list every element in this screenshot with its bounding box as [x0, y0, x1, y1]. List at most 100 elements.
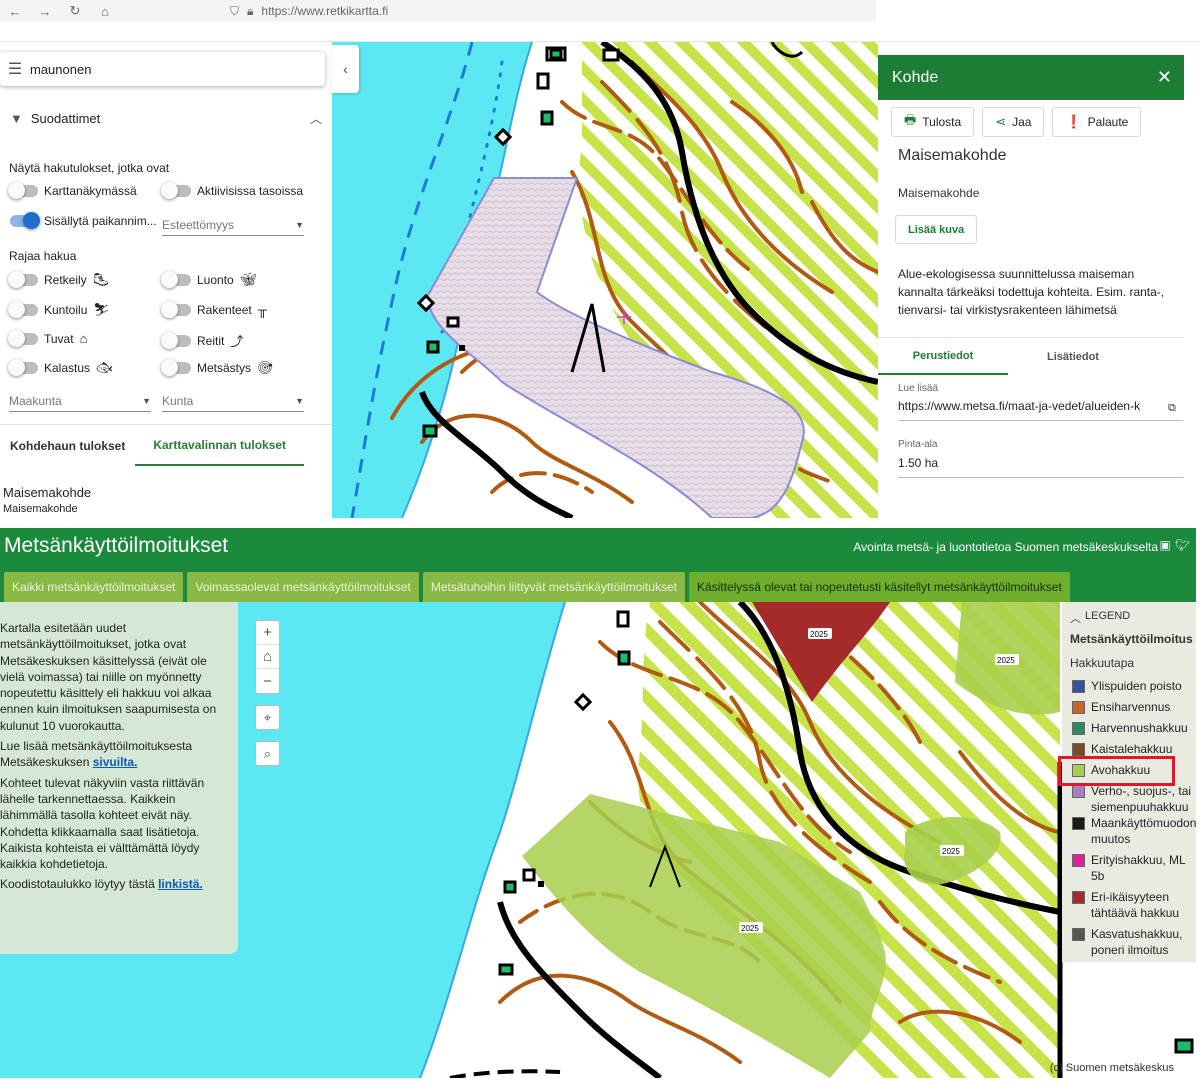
info-link-pages[interactable]: sivuilta.: [93, 755, 138, 769]
picnic-table-icon: ╥: [257, 302, 267, 317]
category-toggle[interactable]: Reitit ⤴: [161, 331, 244, 350]
forward-icon[interactable]: →: [30, 4, 60, 19]
feature-type: Maisemakohde: [898, 186, 980, 200]
house-icon: ⌂: [79, 331, 88, 346]
add-image-button[interactable]: Lisää kuva: [895, 215, 978, 244]
legend-item: Eri-ikäisyyteen tähtäävä hakkuu: [1072, 889, 1196, 921]
legend-item: Verho-, suojus-, tai siemenpuuhakkuu: [1072, 783, 1196, 815]
category-toggle[interactable]: Kuntoilu ⛷︎: [8, 301, 110, 318]
caret-down-icon: ▼: [295, 395, 304, 406]
reload-icon[interactable]: ↻: [60, 3, 90, 19]
tab-all-notifications[interactable]: Kaikki metsänkäyttöilmoitukset: [4, 572, 184, 602]
result-title[interactable]: Maisemakohde: [3, 485, 91, 500]
category-toggle[interactable]: Metsästys 🎯︎: [161, 359, 274, 376]
share-button[interactable]: ⋖ Jaa: [982, 107, 1045, 137]
legend-swatch: [1072, 854, 1085, 867]
info-paragraph: Kohteet tulevat näkyviin vasta riittävän…: [0, 775, 205, 872]
legend-swatch: [1072, 722, 1085, 735]
chevron-left-icon: ‹: [343, 61, 348, 77]
tab-damage-notifications[interactable]: Metsätuhoihin liittyvät metsänkäyttöilmo…: [422, 572, 685, 602]
legend-swatch: [1072, 928, 1085, 941]
butterfly-icon: 🦋︎: [239, 272, 257, 287]
legend-item: Ensiharvennus: [1072, 699, 1196, 715]
tab-basic-info[interactable]: Perustiedot: [878, 338, 1008, 375]
tab-processing-notifications[interactable]: Käsittelyssä olevat tai nopeutetusti käs…: [688, 572, 1070, 602]
printer-icon: 🖶: [904, 112, 917, 127]
chevron-up-icon[interactable]: ︿: [310, 110, 322, 127]
chevron-up-icon: ︿: [1070, 613, 1081, 625]
zoom-in-button[interactable]: +: [256, 621, 279, 645]
home-icon[interactable]: ⌂: [90, 4, 120, 19]
info-paragraph: Koodistotaulukko löytyy tästä linkistä.: [0, 877, 203, 892]
caret-down-icon: ▼: [142, 395, 151, 406]
legend-item: Kasvatushakkuu, poneri ilmoitus: [1072, 926, 1196, 958]
toggle-place-names[interactable]: Sisällytä paikannim...: [10, 212, 157, 229]
locate-button[interactable]: ⌖: [255, 705, 280, 730]
feature-info-panel: Kohde ✕ 🖶 Tulosta ⋖ Jaa ❗ Palaute Maisemako…: [878, 55, 1184, 518]
filters-header[interactable]: ▼ Suodattimet ︿: [10, 110, 322, 127]
info-panel-header: Kohde ✕: [878, 55, 1184, 100]
tab-valid-notifications[interactable]: Voimassaolevat metsänkäyttöilmoitukset: [187, 572, 419, 602]
tab-additional-info[interactable]: Lisätiedot: [1008, 338, 1138, 375]
restrict-label: Rajaa hakua: [9, 249, 77, 263]
menu-icon[interactable]: ☰: [0, 59, 30, 79]
feature-label: 2025: [741, 924, 759, 933]
tab-search-results[interactable]: Kohdehaun tulokset: [0, 425, 135, 466]
notification-tabs: Kaikki metsänkäyttöilmoitukset Voimassao…: [0, 572, 1070, 602]
category-toggle[interactable]: Luonto 🦋︎: [161, 271, 257, 288]
route-icon: ⤴: [230, 334, 244, 349]
legend-label: Maankäyttömuodon muutos: [1091, 816, 1196, 846]
feedback-button[interactable]: ❗ Palaute: [1052, 107, 1142, 137]
municipality-select[interactable]: Kunta ▼: [162, 390, 304, 412]
legend-item: Harvennushakkuu: [1072, 720, 1196, 736]
twitter-icon[interactable]: 🐦︎: [1175, 538, 1190, 552]
zoom-out-button[interactable]: −: [256, 669, 279, 693]
app-title: Metsänkäyttöilmoitukset: [4, 534, 229, 557]
toggle-map-view[interactable]: Karttanäkymässä: [8, 182, 137, 199]
category-toggle[interactable]: Retkeily 🥾︎: [8, 271, 110, 288]
legend-label: Verho-, suojus-, tai siemenpuuhakkuu: [1091, 784, 1192, 814]
search-box[interactable]: ☰ maunonen: [0, 52, 325, 86]
app-subtitle: Avointa metsä- ja luontotietoa Suomen me…: [853, 540, 1158, 554]
url-text: https://www.retkikartta.fi: [261, 4, 389, 18]
lock-icon: 🔒︎: [247, 3, 254, 18]
category-toggle[interactable]: Tuvat ⌂: [8, 329, 88, 347]
bookmarks-bar: [0, 22, 1200, 42]
category-toggle[interactable]: Kalastus 🐟︎: [8, 359, 113, 376]
caret-down-icon: ▼: [295, 219, 304, 230]
metsankayttoilmoitukset-app: Metsänkäyttöilmoitukset Avointa metsä- j…: [0, 528, 1196, 1078]
search-button[interactable]: ⌕: [255, 741, 280, 766]
hiker-icon: 🥾︎: [92, 272, 110, 287]
skier-icon: ⛷︎: [93, 302, 110, 317]
info-link-code-table[interactable]: linkistä.: [158, 877, 203, 891]
legend-title: Metsänkäyttöilmoitus: [1070, 632, 1193, 646]
toggle-active-layers[interactable]: Aktiivisissa tasoissa: [161, 182, 303, 199]
category-toggle[interactable]: Rakenteet ╥: [161, 300, 267, 318]
address-bar[interactable]: ⛉ 🔒︎ https://www.retkikartta.fi: [230, 4, 388, 19]
retkikartta-map[interactable]: [332, 42, 878, 518]
search-input[interactable]: maunonen: [30, 62, 91, 77]
read-more-link[interactable]: https://www.metsa.fi/maat-ja-vedet/aluei…: [898, 399, 1183, 421]
back-icon[interactable]: ←: [0, 4, 30, 19]
info-box: Kartalla esitetään uudet metsänkäyttöilm…: [0, 602, 238, 954]
info-paragraph: Lue lisää metsänkäyttöilmoituksesta Mets…: [0, 739, 193, 770]
fish-icon: 🐟︎: [96, 360, 113, 375]
close-icon[interactable]: ✕: [1157, 67, 1172, 88]
filter-icon: ▼: [10, 111, 23, 126]
external-link-icon[interactable]: ⧉: [1168, 402, 1176, 415]
legend-toggle[interactable]: ︿ LEGEND: [1070, 610, 1130, 626]
result-subtitle: Maisemakohde: [3, 503, 78, 515]
collapse-panel-button[interactable]: ‹: [332, 45, 359, 93]
print-button[interactable]: 🖶 Tulosta: [891, 107, 975, 137]
legend-label: Kasvatushakkuu, poneri ilmoitus: [1091, 927, 1183, 957]
legend-item: Erityishakkuu, ML 5b: [1072, 852, 1196, 884]
legend-swatch: [1072, 743, 1085, 756]
feedback-icon[interactable]: ▣: [1159, 538, 1170, 552]
tab-map-selection-results[interactable]: Karttavalinnan tulokset: [135, 425, 305, 466]
accessibility-select[interactable]: Esteettömyys ▼: [162, 214, 304, 236]
home-button[interactable]: ⌂: [256, 645, 279, 669]
region-select[interactable]: Maakunta ▼: [9, 390, 151, 412]
hunter-icon: 🎯︎: [257, 360, 274, 375]
search-icon: ⌕: [263, 745, 272, 761]
crosshair-icon: ⌖: [263, 709, 272, 725]
